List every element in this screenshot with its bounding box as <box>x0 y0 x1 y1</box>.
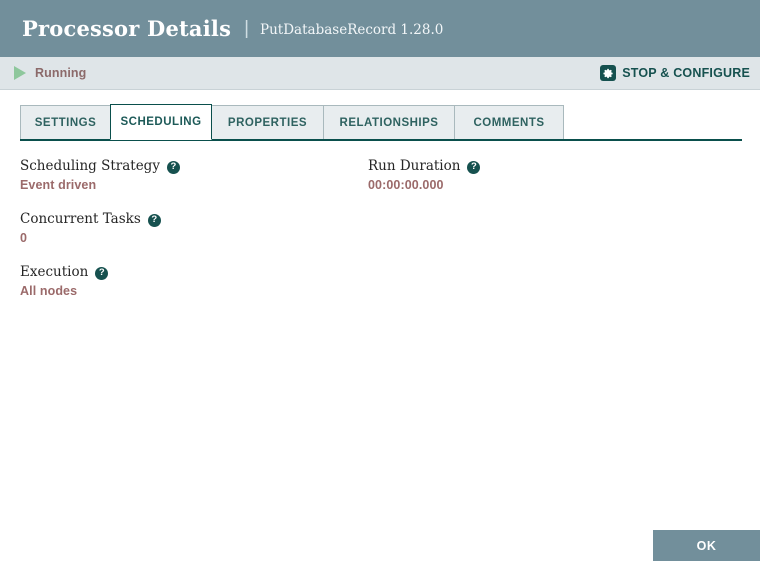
field-run-duration: Run Duration ? 00:00:00.000 <box>368 158 760 192</box>
field-scheduling-strategy: Scheduling Strategy ? Event driven <box>20 158 368 192</box>
scheduling-strategy-label: Scheduling Strategy <box>20 158 160 174</box>
play-icon <box>14 66 26 80</box>
stop-and-configure-button[interactable]: STOP & CONFIGURE <box>600 65 754 81</box>
run-duration-label: Run Duration <box>368 158 461 174</box>
tab-scheduling-label: SCHEDULING <box>120 116 202 128</box>
tab-comments[interactable]: COMMENTS <box>454 105 564 139</box>
ok-button[interactable]: OK <box>653 530 760 561</box>
help-icon-concurrent-tasks[interactable]: ? <box>147 213 161 227</box>
scheduling-panel: Scheduling Strategy ? Event driven Concu… <box>0 140 760 317</box>
field-execution: Execution ? All nodes <box>20 264 368 298</box>
tab-comments-label: COMMENTS <box>473 116 545 129</box>
status-bar: Running STOP & CONFIGURE <box>0 57 760 90</box>
execution-label: Execution <box>20 264 89 280</box>
tab-properties-label: PROPERTIES <box>227 116 308 129</box>
help-icon-run-duration[interactable]: ? <box>467 160 481 174</box>
help-icon-scheduling-strategy[interactable]: ? <box>166 160 180 174</box>
tab-settings[interactable]: SETTINGS <box>20 105 111 139</box>
run-status-label: Running <box>35 66 87 80</box>
tab-scheduling[interactable]: SCHEDULING <box>110 104 212 140</box>
scheduling-right-column: Run Duration ? 00:00:00.000 <box>368 158 760 317</box>
stop-and-configure-label: STOP & CONFIGURE <box>622 66 750 80</box>
dialog-header: Processor Details | PutDatabaseRecord 1.… <box>0 0 760 57</box>
concurrent-tasks-value: 0 <box>20 231 28 245</box>
tab-relationships-label: RELATIONSHIPS <box>339 116 439 129</box>
tab-properties[interactable]: PROPERTIES <box>211 105 324 139</box>
scheduling-left-column: Scheduling Strategy ? Event driven Concu… <box>0 158 368 317</box>
run-duration-value: 00:00:00.000 <box>368 178 444 192</box>
execution-value: All nodes <box>20 284 78 298</box>
processor-name-version: PutDatabaseRecord 1.28.0 <box>260 21 444 38</box>
page-title: Processor Details <box>22 16 232 41</box>
help-icon-execution[interactable]: ? <box>95 266 109 280</box>
tab-bar: SETTINGS SCHEDULING PROPERTIES RELATIONS… <box>0 90 760 141</box>
run-status-group: Running <box>14 66 86 80</box>
concurrent-tasks-label: Concurrent Tasks <box>20 211 141 227</box>
tab-relationships[interactable]: RELATIONSHIPS <box>323 105 455 139</box>
header-separator: | <box>244 17 250 39</box>
gear-icon <box>600 65 617 81</box>
tab-settings-label: SETTINGS <box>34 116 97 129</box>
field-concurrent-tasks: Concurrent Tasks ? 0 <box>20 211 368 245</box>
scheduling-strategy-value: Event driven <box>20 178 97 192</box>
